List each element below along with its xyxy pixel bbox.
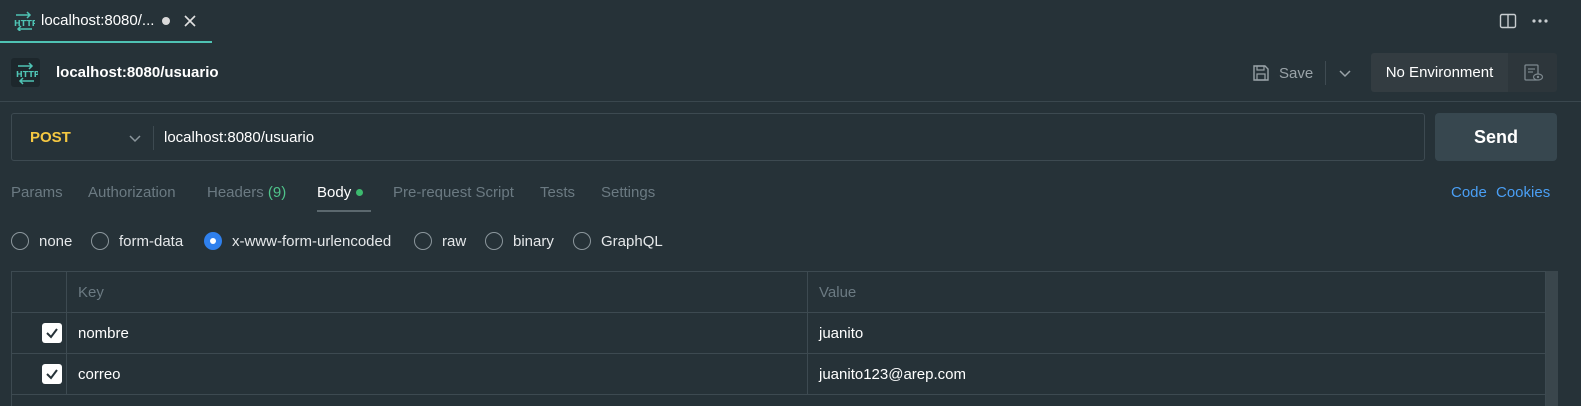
row-enabled-checkbox[interactable] [42,364,62,384]
tab-pre-request-script[interactable]: Pre-request Script [393,184,514,201]
radio-label: form-data [119,232,184,250]
table-cell: Key [67,272,808,312]
table-cell [12,272,67,312]
radio-circle-selected[interactable] [204,232,222,250]
chevron-down-icon[interactable] [1338,66,1352,80]
table-cell[interactable]: nombre [67,313,808,353]
row-enabled-checkbox[interactable] [42,323,62,343]
body-active-dot-icon [356,188,364,196]
tab-params[interactable]: Params [11,184,63,201]
value-cell[interactable]: juanito [819,325,863,342]
table-cell[interactable]: correo [67,354,808,394]
http-icon: HTTP [11,58,40,87]
table-cell[interactable]: juanito123@arep.com [808,354,1545,394]
radio-circle[interactable] [414,232,432,250]
tab-title: localhost:8080/... [41,12,155,29]
radio-circle[interactable] [91,232,109,250]
save-icon[interactable] [1251,63,1271,83]
radio-raw[interactable]: raw [414,232,466,250]
value-cell[interactable]: juanito123@arep.com [819,366,966,383]
tab-body-label: Body [317,184,352,201]
cookies-link[interactable]: Cookies [1496,184,1550,201]
chevron-down-icon[interactable] [128,131,142,145]
http-icon: HTTP [14,10,35,31]
tab-tests[interactable]: Tests [540,184,575,201]
table-scrollbar[interactable] [1546,271,1558,406]
radio-label: raw [442,232,467,250]
save-group: Save [1251,60,1352,86]
table-header-row: Key Value [12,272,1545,313]
radio-graphql[interactable]: GraphQL [573,232,663,250]
svg-text:HTTP: HTTP [14,19,35,28]
table-row: nombre juanito [12,313,1545,354]
headers-count: (9) [267,184,287,201]
tab-body[interactable]: Body [317,184,372,212]
tab-authorization[interactable]: Authorization [88,184,176,201]
table-cell: Value [808,272,1545,312]
radio-circle[interactable] [485,232,503,250]
checkmark-icon [46,369,58,380]
table-cell [12,354,67,394]
table-cell[interactable]: juanito [808,313,1545,353]
column-header-value: Value [819,284,857,301]
table-row: correo juanito123@arep.com [12,354,1545,395]
radio-label: none [39,232,73,250]
request-header: HTTP localhost:8080/usuario Save No Envi… [0,43,1581,102]
divider [1325,61,1327,85]
save-button[interactable]: Save [1279,65,1313,82]
radio-label: binary [513,232,554,250]
table-cell [12,313,67,353]
column-header-key: Key [78,284,104,301]
request-tabs: Params Authorization Headers (9) Body Pr… [0,180,1581,214]
environment-selector[interactable]: No Environment [1371,53,1508,92]
divider [153,126,154,150]
radio-x-www-form-urlencoded[interactable]: x-www-form-urlencoded [204,232,391,250]
radio-circle[interactable] [11,232,29,250]
send-button[interactable]: Send [1435,113,1557,161]
body-type-radios: none form-data x-www-form-urlencoded raw… [0,228,1000,256]
more-options-icon[interactable] [1530,11,1550,31]
svg-text:HTTP: HTTP [16,70,38,79]
unsaved-dot-icon [162,16,171,25]
request-title[interactable]: localhost:8080/usuario [56,64,219,81]
tab-bar: HTTP localhost:8080/... [0,0,1581,43]
url-input[interactable]: localhost:8080/usuario [164,129,314,146]
key-cell[interactable]: correo [78,366,121,383]
close-icon[interactable] [183,14,197,28]
split-editor-icon[interactable] [1498,11,1518,31]
key-cell[interactable]: nombre [78,325,129,342]
radio-circle[interactable] [573,232,591,250]
radio-binary[interactable]: binary [485,232,554,250]
radio-label: GraphQL [601,232,663,250]
url-bar: POST localhost:8080/usuario [11,113,1425,161]
params-table: Key Value nombre juanito correo juanito1… [11,271,1546,406]
environment-quick-look-button[interactable] [1508,53,1557,92]
environment-eye-icon [1523,63,1543,81]
checkmark-icon [46,328,58,339]
radio-none[interactable]: none [11,232,72,250]
tab-headers[interactable]: Headers (9) [207,184,286,201]
code-link[interactable]: Code [1451,184,1487,201]
tab-settings[interactable]: Settings [601,184,655,201]
tab-headers-label: Headers [207,184,264,201]
radio-form-data[interactable]: form-data [91,232,183,250]
request-tab[interactable]: HTTP localhost:8080/... [0,0,212,43]
method-selector[interactable]: POST [30,129,71,146]
radio-label: x-www-form-urlencoded [232,232,392,250]
